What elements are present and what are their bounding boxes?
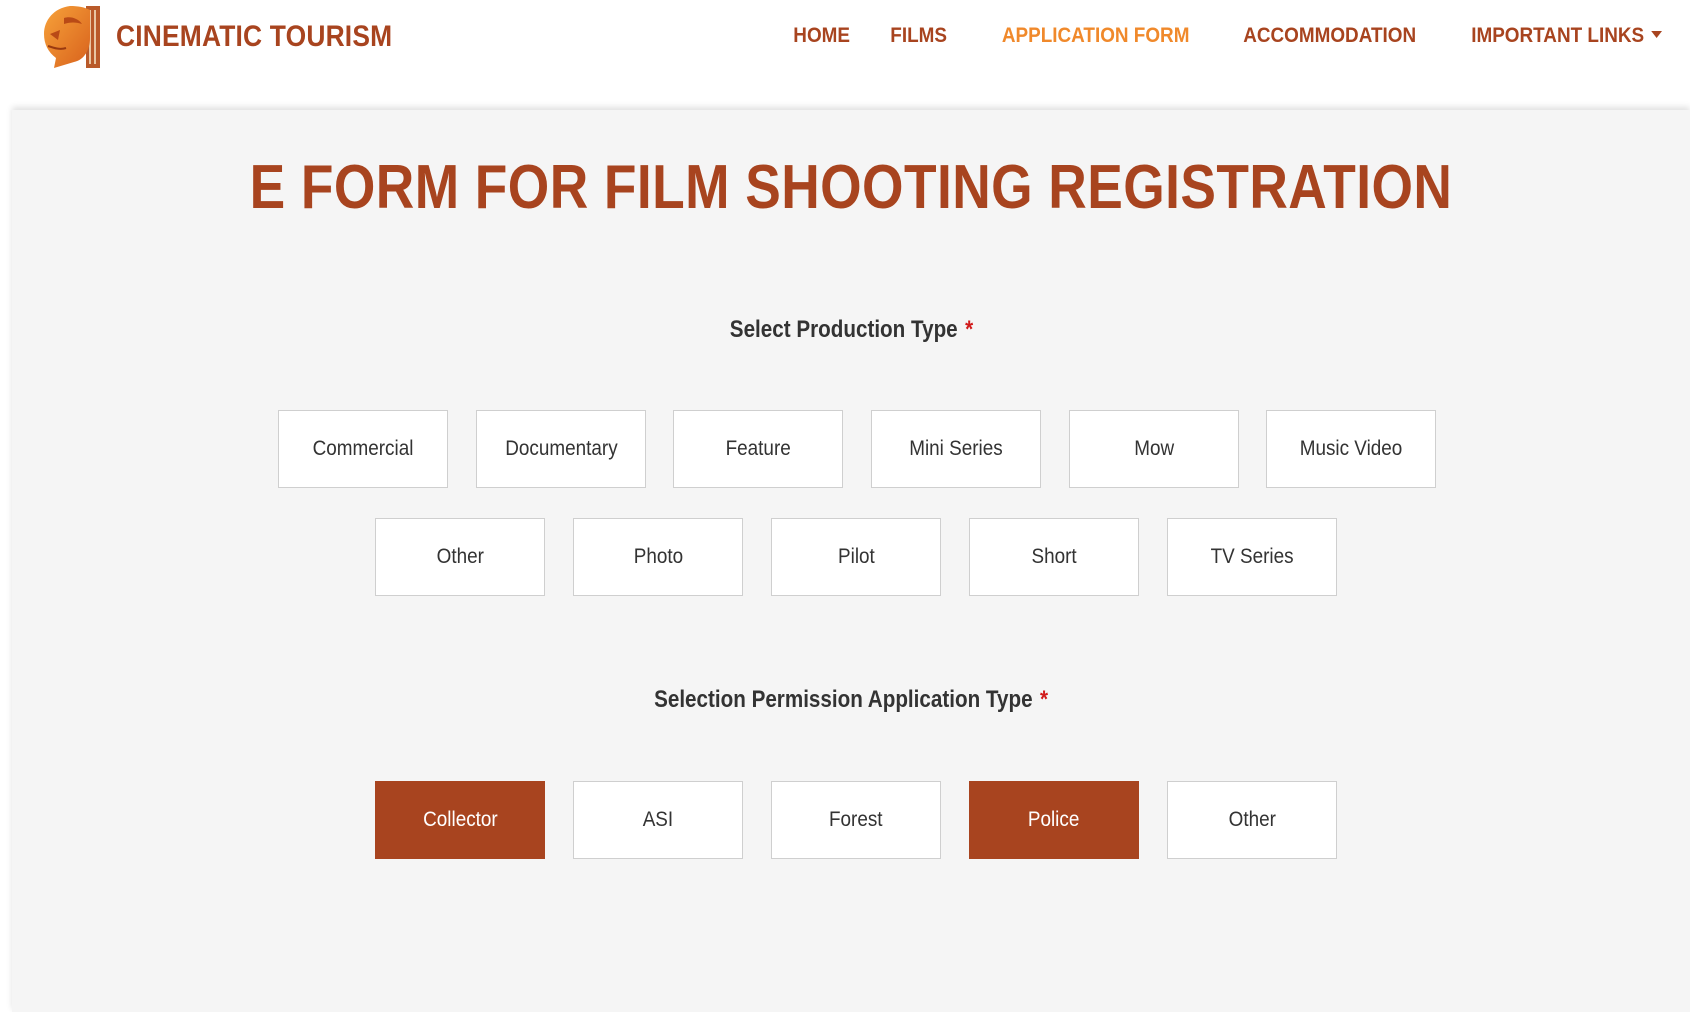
permission-type-other[interactable]: Other <box>1167 781 1337 859</box>
option-label: Forest <box>829 808 883 831</box>
permission-type-forest[interactable]: Forest <box>771 781 941 859</box>
form-section: E FORM FOR FILM SHOOTING REGISTRATION Se… <box>12 110 1690 1012</box>
nav-films[interactable]: FILMS <box>891 24 948 48</box>
required-marker: * <box>1039 686 1048 713</box>
production-type-mow[interactable]: Mow <box>1069 410 1239 488</box>
production-type-feature[interactable]: Feature <box>673 410 843 488</box>
required-marker: * <box>964 316 973 343</box>
nav-home[interactable]: HOME <box>794 24 851 48</box>
option-label: Pilot <box>837 545 875 568</box>
permission-type-asi[interactable]: ASI <box>573 781 743 859</box>
nav-accommodation[interactable]: ACCOMMODATION <box>1243 24 1416 48</box>
option-label: Police <box>1028 808 1080 831</box>
production-type-pilot[interactable]: Pilot <box>771 518 941 596</box>
brand-name: CINEMATIC TOURISM <box>116 20 393 53</box>
option-label: Feature <box>725 437 791 460</box>
lion-head-icon <box>44 6 100 68</box>
page-title: E FORM FOR FILM SHOOTING REGISTRATION <box>249 153 1453 222</box>
nav-application-form[interactable]: APPLICATION FORM <box>1002 24 1190 48</box>
nav-important-links-label: IMPORTANT LINKS <box>1471 24 1644 47</box>
site-header: CINEMATIC TOURISM HOME FILMS APPLICATION… <box>0 0 1690 110</box>
production-type-label-text: Select Production Type <box>729 316 958 343</box>
option-label: ASI <box>642 808 674 831</box>
option-label: Photo <box>633 545 683 568</box>
site-logo-link[interactable]: CINEMATIC TOURISM <box>40 4 430 70</box>
permission-type-police[interactable]: Police <box>969 781 1139 859</box>
option-label: TV Series <box>1210 545 1294 568</box>
option-label: Commercial <box>312 437 414 460</box>
nav-important-links[interactable]: IMPORTANT LINKS <box>1471 24 1662 48</box>
caret-down-icon <box>1651 30 1662 38</box>
option-label: Documentary <box>504 437 618 460</box>
production-type-documentary[interactable]: Documentary <box>476 410 646 488</box>
permission-type-label: Selection Permission Application Type * <box>12 686 1690 714</box>
option-label: Other <box>436 545 484 568</box>
option-label: Short <box>1031 545 1077 568</box>
main-nav: HOME FILMS APPLICATION FORM ACCOMMODATIO… <box>787 24 1662 48</box>
option-label: Collector <box>422 808 498 831</box>
option-label: Mow <box>1134 437 1174 460</box>
production-type-tv-series[interactable]: TV Series <box>1167 518 1337 596</box>
permission-type-label-text: Selection Permission Application Type <box>654 686 1033 713</box>
permission-type-collector[interactable]: Collector <box>375 781 545 859</box>
option-label: Music Video <box>1299 437 1403 460</box>
production-type-commercial[interactable]: Commercial <box>278 410 448 488</box>
production-type-mini-series[interactable]: Mini Series <box>871 410 1041 488</box>
production-type-music-video[interactable]: Music Video <box>1266 410 1436 488</box>
option-label: Mini Series <box>909 437 1003 460</box>
option-label: Other <box>1228 808 1276 831</box>
production-type-other[interactable]: Other <box>375 518 545 596</box>
production-type-label: Select Production Type * <box>12 316 1690 344</box>
production-type-photo[interactable]: Photo <box>573 518 743 596</box>
production-type-short[interactable]: Short <box>969 518 1139 596</box>
